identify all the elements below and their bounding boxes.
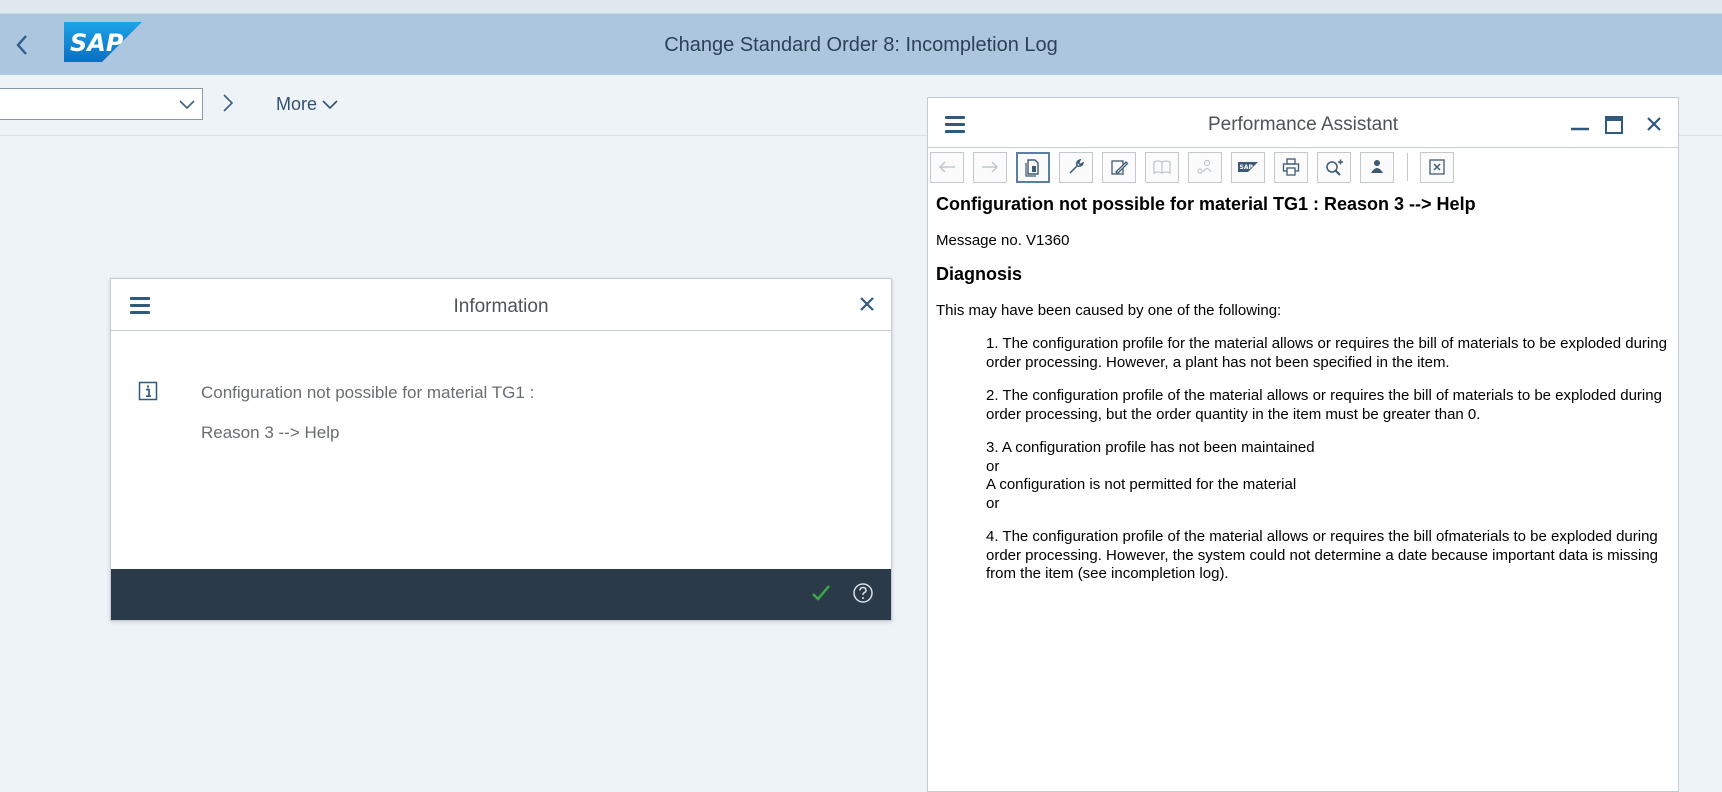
minimize-icon[interactable] bbox=[1570, 118, 1590, 132]
performance-assistant-window: Performance Assistant SAP Configuration … bbox=[927, 97, 1679, 792]
user-icon bbox=[1371, 160, 1383, 173]
forward-arrow-icon bbox=[982, 161, 999, 173]
close-icon[interactable] bbox=[857, 294, 877, 314]
top-strip bbox=[0, 0, 1722, 14]
page-title: Change Standard Order 8: Incompletion Lo… bbox=[664, 34, 1058, 56]
info-icon bbox=[138, 381, 158, 401]
pa-title: Performance Assistant bbox=[1207, 114, 1399, 135]
message-line-1: Configuration not possible for material … bbox=[201, 383, 535, 402]
close-box-icon bbox=[1429, 159, 1445, 175]
command-field-dropdown[interactable] bbox=[0, 88, 203, 120]
message-line-2: Reason 3 --> Help bbox=[201, 423, 340, 442]
document-icon bbox=[1025, 159, 1039, 177]
message-number: Message no. V1360 bbox=[936, 232, 1070, 249]
more-label: More bbox=[276, 94, 318, 114]
information-dialog: Information Configuration not possible f… bbox=[110, 278, 892, 621]
glossary-button[interactable] bbox=[1145, 151, 1179, 183]
dialog-header: Information bbox=[111, 279, 891, 331]
sap-icon: SAP bbox=[1238, 162, 1258, 172]
help-icon[interactable] bbox=[852, 582, 874, 604]
zoom-in-icon bbox=[1326, 159, 1343, 176]
back-arrow-icon bbox=[938, 161, 955, 173]
document-button[interactable] bbox=[1016, 151, 1050, 183]
zoom-in-button[interactable] bbox=[1317, 151, 1351, 183]
people-icon bbox=[1197, 159, 1212, 174]
list-item: 1. The configuration profile for the mat… bbox=[986, 335, 1667, 371]
toolbar-separator bbox=[1407, 153, 1408, 181]
list-item: 3. A configuration profile has not been … bbox=[986, 439, 1670, 513]
close-icon[interactable] bbox=[1644, 114, 1664, 134]
list-item-line: 3. A configuration profile has not been … bbox=[986, 439, 1315, 456]
wrench-icon bbox=[1069, 158, 1085, 174]
diagnosis-heading: Diagnosis bbox=[936, 264, 1023, 284]
more-button[interactable]: More bbox=[276, 94, 339, 115]
forward-button[interactable] bbox=[973, 151, 1007, 183]
cause-list: 1. The configuration profile for the mat… bbox=[986, 335, 1670, 584]
dialog-title: Information bbox=[453, 296, 549, 317]
back-button[interactable] bbox=[930, 151, 964, 183]
list-item-line: or bbox=[986, 457, 1000, 475]
sap-button[interactable]: SAP bbox=[1231, 151, 1265, 183]
help-heading: Configuration not possible for material … bbox=[936, 194, 1476, 214]
shell-bar: SAP Change Standard Order 8: Incompletio… bbox=[0, 14, 1722, 75]
pa-header: Performance Assistant bbox=[928, 98, 1678, 148]
chevron-down-icon bbox=[322, 99, 338, 109]
svg-text:SAP: SAP bbox=[1240, 164, 1254, 171]
checkmark-icon[interactable] bbox=[811, 583, 831, 603]
people-button[interactable] bbox=[1188, 151, 1222, 183]
chevron-right-icon[interactable] bbox=[222, 93, 234, 113]
pa-content: Configuration not possible for material … bbox=[936, 194, 1670, 599]
print-button[interactable] bbox=[1274, 151, 1308, 183]
dialog-footer bbox=[111, 569, 891, 620]
list-item: 4. The configuration profile of the mate… bbox=[986, 528, 1659, 582]
maximize-icon[interactable] bbox=[1604, 115, 1624, 135]
list-item-line: or bbox=[986, 494, 1000, 512]
edit-icon bbox=[1111, 160, 1129, 175]
user-button[interactable] bbox=[1360, 151, 1394, 183]
close-box-button[interactable] bbox=[1420, 151, 1454, 183]
print-icon bbox=[1282, 158, 1300, 176]
book-icon bbox=[1153, 160, 1171, 175]
edit-button[interactable] bbox=[1102, 151, 1136, 183]
pa-toolbar: SAP bbox=[930, 150, 1463, 184]
diagnosis-intro: This may have been caused by one of the … bbox=[936, 302, 1282, 319]
technical-info-button[interactable] bbox=[1059, 151, 1093, 183]
list-item-line: A configuration is not permitted for the… bbox=[986, 476, 1297, 493]
list-item: 2. The configuration profile of the mate… bbox=[986, 387, 1662, 423]
chevron-down-icon bbox=[179, 100, 195, 110]
